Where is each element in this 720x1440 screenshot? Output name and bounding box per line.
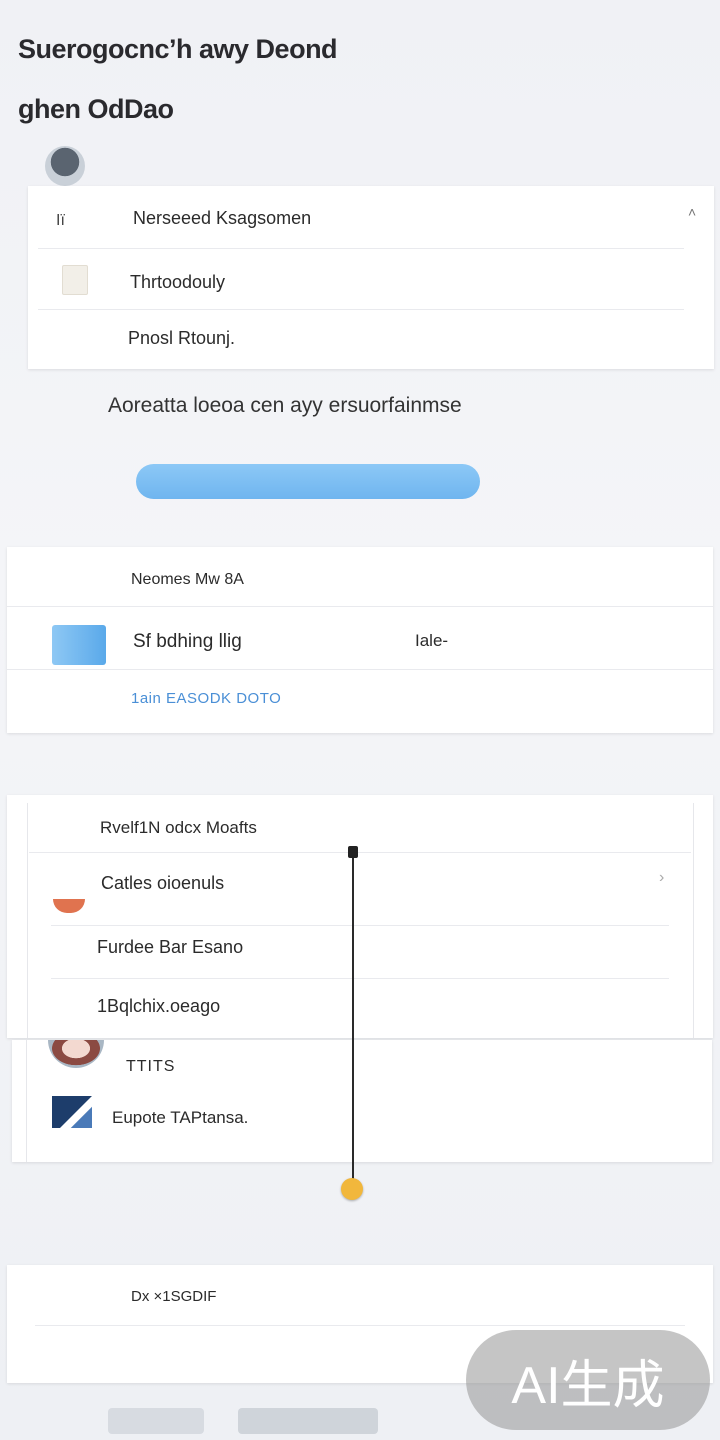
list-item[interactable]: Pnosl Rtounj. — [128, 328, 235, 349]
footer-tab[interactable] — [108, 1408, 204, 1434]
image-icon — [52, 1096, 92, 1128]
list-item-value: Iale- — [415, 631, 449, 650]
slider-track[interactable] — [352, 850, 354, 1186]
divider — [38, 248, 684, 249]
divider — [38, 309, 684, 310]
options-card: Rvelf1N odcx Moafts Catles oioenuls › Fu… — [7, 795, 713, 1038]
divider — [35, 1325, 685, 1326]
card-title: Nerseeed Ksagsomen — [133, 208, 312, 228]
chevron-right-icon[interactable]: › — [659, 869, 664, 887]
status-caption: Aoreatta loeoa cen ayy ersuorfainmse — [108, 394, 462, 417]
divider — [51, 925, 669, 926]
folder-icon — [52, 625, 106, 665]
list-item[interactable]: Furdee Bar Esano — [97, 937, 243, 958]
media-card: Neomes Mw 8A Sf bdhing llig Iale- 1ain E… — [7, 547, 713, 733]
card-title: Rvelf1N odcx Moafts — [100, 818, 257, 837]
list-item[interactable]: 1Bqlchix.oeago — [97, 996, 220, 1017]
progress-bar[interactable] — [136, 464, 480, 499]
chevron-up-icon[interactable]: ˄ — [688, 204, 696, 220]
slider-handle[interactable] — [341, 1178, 363, 1200]
divider — [26, 1040, 27, 1162]
avatar — [48, 1040, 104, 1068]
divider — [51, 978, 669, 979]
list-item[interactable]: Eupote TAPtansa. — [112, 1108, 248, 1128]
card-title: Neomes Mw 8A — [131, 571, 244, 588]
footer-tab[interactable] — [238, 1408, 378, 1434]
list-item[interactable]: Thrtoodouly — [130, 272, 225, 293]
files-card: TTITS Eupote TAPtansa. — [12, 1040, 712, 1162]
action-link[interactable]: 1ain EASODK DOTO — [131, 690, 281, 707]
slider-top-handle[interactable] — [348, 846, 358, 858]
watermark-badge: AI生成 — [466, 1330, 710, 1430]
page-title: Suerogocnc’h awy Deond — [18, 34, 338, 64]
divider — [29, 852, 691, 853]
divider — [7, 606, 713, 607]
avatar[interactable] — [45, 146, 85, 186]
document-icon — [62, 265, 88, 295]
list-item-label[interactable]: Sf bdhing llig — [133, 631, 242, 653]
file-icon: Iï — [56, 212, 65, 229]
list-item[interactable]: TTITS — [126, 1058, 175, 1076]
divider — [7, 669, 713, 670]
settings-card: Iï Nerseeed Ksagsomen ˄ Thrtoodouly Pnos… — [28, 186, 714, 369]
page-subtitle: ghen OdDao — [18, 94, 174, 124]
card-title: Dx ×1SGDIF — [131, 1288, 217, 1305]
list-item[interactable]: Catles oioenuls — [101, 873, 224, 894]
